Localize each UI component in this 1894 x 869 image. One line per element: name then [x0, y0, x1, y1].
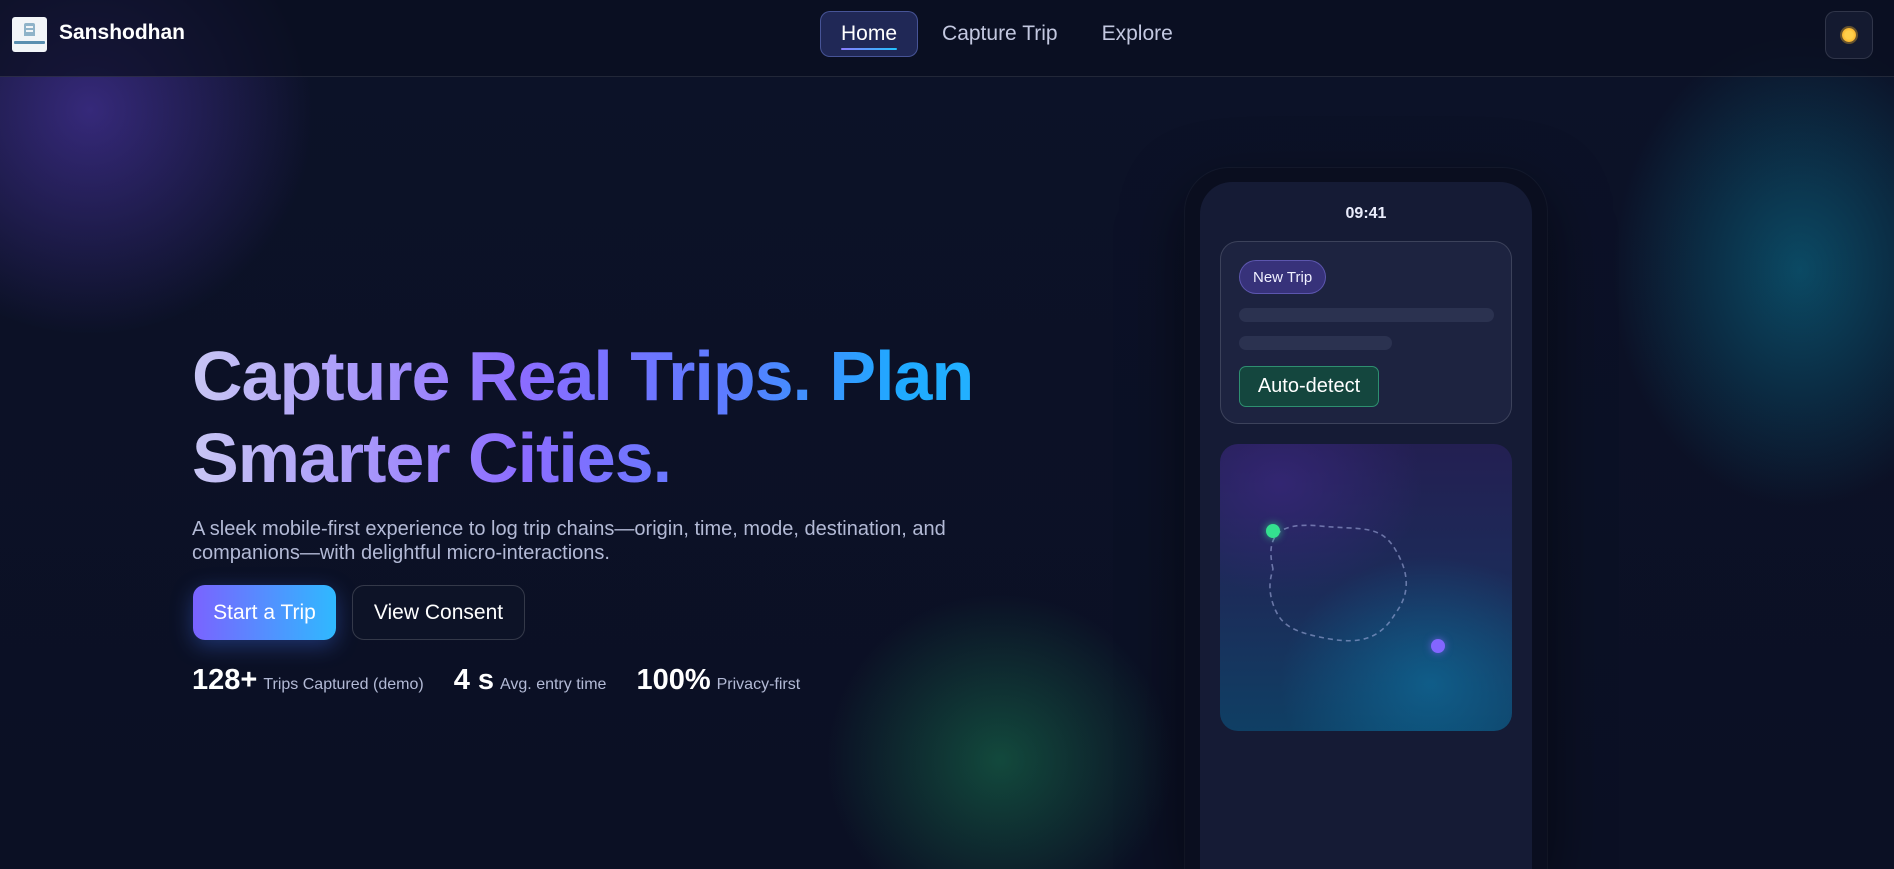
nav-explore-label: Explore: [1101, 22, 1173, 45]
nav-capture-trip-label: Capture Trip: [942, 22, 1058, 45]
auto-detect-tag: Auto-detect: [1239, 366, 1379, 407]
building-icon: [24, 23, 35, 36]
app-logo[interactable]: [12, 17, 47, 52]
stat-trips: 128+ Trips Captured (demo): [192, 664, 424, 697]
origin-marker: [1266, 524, 1280, 538]
stat-value: 128+: [192, 664, 258, 696]
destination-marker: [1431, 639, 1445, 653]
skeleton-line: [1239, 336, 1392, 350]
phone-mockup: 09:41 New Trip Auto-detect: [1185, 168, 1547, 869]
main-nav: Home Capture Trip Explore: [820, 11, 1193, 57]
stat-privacy: 100% Privacy-first: [636, 664, 800, 697]
start-trip-button[interactable]: Start a Trip: [193, 585, 336, 640]
hero-headline: Capture Real Trips. Plan Smarter Cities.: [192, 335, 1022, 499]
top-navbar: Sanshodhan Home Capture Trip Explore: [0, 0, 1894, 77]
skeleton-line: [1239, 308, 1494, 322]
sun-icon: [1842, 28, 1856, 42]
hero-subtitle: A sleek mobile-first experience to log t…: [192, 518, 946, 564]
phone-screen: 09:41 New Trip Auto-detect: [1200, 182, 1532, 869]
theme-toggle-button[interactable]: [1825, 11, 1873, 59]
hero-stats: 128+ Trips Captured (demo) 4 s Avg. entr…: [192, 664, 800, 697]
route-map: [1220, 444, 1512, 731]
active-underline: [841, 48, 898, 50]
stat-label: Privacy-first: [716, 676, 801, 693]
nav-explore[interactable]: Explore: [1082, 11, 1193, 57]
view-consent-button[interactable]: View Consent: [352, 585, 525, 640]
trip-card: New Trip Auto-detect: [1220, 241, 1512, 424]
stat-value: 4 s: [453, 664, 495, 696]
nav-home[interactable]: Home: [820, 11, 919, 57]
new-trip-pill: New Trip: [1239, 260, 1327, 294]
stat-entry-time: 4 s Avg. entry time: [454, 664, 607, 697]
nav-capture-trip[interactable]: Capture Trip: [922, 11, 1078, 57]
stat-label: Trips Captured (demo): [263, 676, 424, 693]
brand-name[interactable]: Sanshodhan: [59, 21, 185, 45]
stat-label: Avg. entry time: [500, 676, 607, 693]
stat-value: 100%: [636, 664, 711, 696]
route-path: [1269, 524, 1407, 642]
phone-clock: 09:41: [1345, 205, 1387, 222]
nav-home-label: Home: [841, 22, 898, 45]
